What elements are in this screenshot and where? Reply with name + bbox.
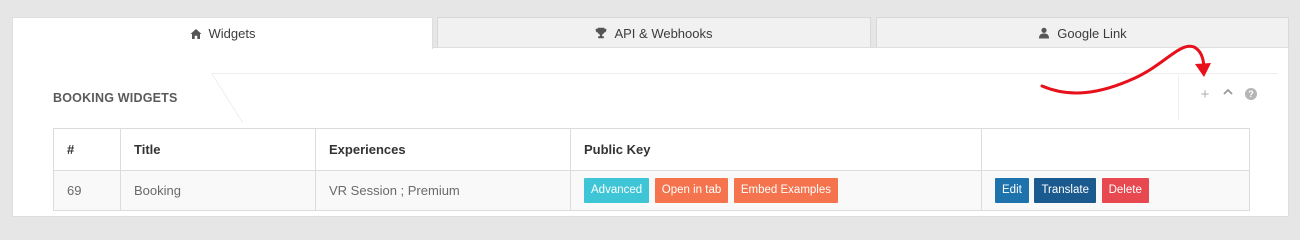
trophy-icon xyxy=(595,27,607,39)
tab-widgets-label: Widgets xyxy=(208,26,256,41)
column-header-title: Title xyxy=(120,128,316,171)
open-in-tab-button[interactable]: Open in tab xyxy=(654,178,729,203)
cell-number: 69 xyxy=(53,170,121,211)
column-header-number: # xyxy=(53,128,121,171)
edit-button[interactable]: Edit xyxy=(995,178,1029,203)
cell-actions: Edit Translate Delete xyxy=(981,170,1250,211)
column-header-actions xyxy=(981,128,1250,171)
tab-api-webhooks[interactable]: API & Webhooks xyxy=(437,17,871,48)
cell-public-key: Advanced Open in tab Embed Examples xyxy=(570,170,982,211)
box-title: BOOKING WIDGETS xyxy=(53,91,178,105)
booking-widgets-table: # Title Experiences Public Key 69 Bookin… xyxy=(53,128,1250,211)
cell-experiences: VR Session ; Premium xyxy=(315,170,571,211)
delete-button[interactable]: Delete xyxy=(1101,178,1149,203)
help-button[interactable]: ? xyxy=(1243,86,1259,102)
tab-widgets[interactable]: Widgets xyxy=(12,17,433,49)
column-header-public-key: Public Key xyxy=(570,128,982,171)
cell-title: Booking xyxy=(120,170,316,211)
translate-button[interactable]: Translate xyxy=(1034,178,1096,203)
question-circle-icon: ? xyxy=(1245,88,1257,100)
table-header-row: # Title Experiences Public Key xyxy=(53,128,1250,171)
embed-examples-button[interactable]: Embed Examples xyxy=(733,178,838,203)
column-header-experiences: Experiences xyxy=(315,128,571,171)
home-icon xyxy=(190,28,202,40)
tab-api-webhooks-label: API & Webhooks xyxy=(614,25,713,41)
annotation-arrow xyxy=(1040,44,1211,95)
table-row: 69 Booking VR Session ; Premium Advanced… xyxy=(53,170,1250,211)
advanced-button[interactable]: Advanced xyxy=(584,178,650,203)
